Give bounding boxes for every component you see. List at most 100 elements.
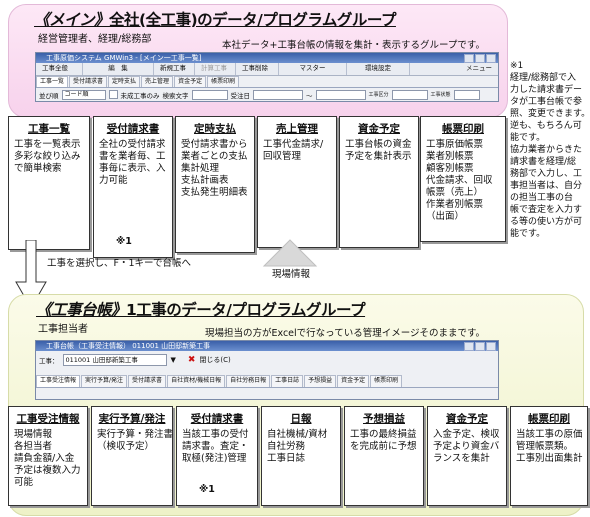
tab-ledger-reports[interactable]: 帳票印刷 xyxy=(370,375,403,387)
ledger-app-window: 工事台帳（工事受注情報） 011001 山田邸新築工事 工事： 011001 山… xyxy=(35,340,499,400)
feature-box-line: 工事の最終損益 xyxy=(350,429,417,440)
tab-labor-daily[interactable]: 自社労務日報 xyxy=(226,375,271,387)
feature-box-body: 工事の最終損益 を完成前に予想 xyxy=(345,426,423,453)
menu-item-menu[interactable]: メニュー xyxy=(410,63,498,75)
close-ledger-button[interactable]: 閉じる(C) xyxy=(199,355,230,365)
site-info-label: 現場情報 xyxy=(272,269,311,280)
main-group-description: 本社データ+工事台帳の情報を集計・表示するグループです。 xyxy=(222,40,485,51)
feature-box: 受付請求書 全社の受付請求 書を業者毎、工 事毎に表示、入 力可能 ※1 xyxy=(93,116,173,258)
feature-box-body: 当該工事の受付 請求書。査定・ 取極(発注)管理 xyxy=(177,426,257,465)
ledger-group-audience: 工事担当者 xyxy=(38,324,88,335)
main-group-title: 《メイン》全社(全工事)のデータ/プログラムグループ xyxy=(34,11,396,29)
keyword-input[interactable] xyxy=(191,89,228,100)
feature-box-line: 自社労務 xyxy=(267,441,306,452)
feature-box-body: 自社機械/資材 自社労務 工事日誌 xyxy=(262,426,340,465)
feature-box-body: 工事代金請求/回収管理 xyxy=(258,136,336,163)
feature-box-line: 請負金額/入金 xyxy=(14,453,75,464)
feature-box-body: 入金予定、検収 予定より資金バ ランスを集計 xyxy=(428,426,506,465)
side-note-line: 協力業者からきた xyxy=(510,145,583,155)
feature-box: 売上管理 工事代金請求/回収管理 xyxy=(257,116,337,248)
side-note-line: 経理/総務部で入 xyxy=(510,73,577,83)
date-to-input[interactable] xyxy=(315,89,366,100)
filter-extra2-input[interactable] xyxy=(453,89,480,100)
menu-item-master[interactable]: マスター xyxy=(279,63,347,75)
feature-box-line: 支払発生明細表 xyxy=(181,187,248,198)
side-note-line: 務部で入力し、工 xyxy=(510,169,583,179)
construction-select[interactable]: 011001 山田邸新築工事 xyxy=(62,354,167,366)
feature-box: 定時支払 受付請求書から 業者ごとの支払 集計処理 支払計画表 支払発生明細表 xyxy=(175,116,255,253)
tab-payments[interactable]: 定時支払 xyxy=(108,76,141,87)
feature-box-heading: 実行予算/発注 xyxy=(98,413,166,425)
feature-box-line: 現場情報 xyxy=(14,429,53,440)
tab-work-diary[interactable]: 工事日誌 xyxy=(271,375,304,387)
feature-box-line: 自社機械/資材 xyxy=(267,429,328,440)
feature-box-line: 顧客別帳票 xyxy=(426,163,474,174)
side-note-line: の担当工事の台 xyxy=(510,193,574,203)
feature-box-heading: 資金予定 xyxy=(446,413,488,425)
unfinished-checkbox[interactable] xyxy=(108,90,118,99)
feature-box-heading: 予想損益 xyxy=(363,413,405,425)
feature-box-line: を完成前に予想 xyxy=(350,441,417,452)
tab-construction-list[interactable]: 工事一覧 xyxy=(36,76,69,87)
sort-select[interactable]: コード順 xyxy=(61,89,106,100)
tab-material-daily[interactable]: 自社資材/機械日報 xyxy=(167,375,226,387)
tab-sales[interactable]: 売上管理 xyxy=(141,76,174,87)
maximize-icon[interactable] xyxy=(475,54,485,63)
feature-box-line: 事毎に表示、入 xyxy=(99,163,166,174)
menu-item-settings[interactable]: 環境設定 xyxy=(347,63,410,75)
close-x-icon[interactable]: ✖ xyxy=(188,355,196,365)
tab-funds[interactable]: 資金予定 xyxy=(174,76,207,87)
feature-box-heading: 定時支払 xyxy=(194,123,236,135)
minimize-icon[interactable] xyxy=(464,54,474,63)
keyword-label: 検索文字 xyxy=(162,91,189,100)
menu-item-edit[interactable]: 編 集 xyxy=(83,63,154,75)
tab-invoices[interactable]: 受付請求書 xyxy=(69,76,108,87)
menu-item-new[interactable]: 新規工事 xyxy=(154,63,195,75)
menu-item-delete[interactable]: 工事削除 xyxy=(236,63,279,75)
close-icon[interactable] xyxy=(486,342,496,351)
ledger-group-title: 《工事台帳》1工事のデータ/プログラムグループ xyxy=(36,301,366,319)
side-note-line: 逆も、もちろん可 xyxy=(510,121,582,131)
menu-bar: 工事全般 編 集 新規工事 計算工事 工事削除 マスター 環境設定 メニュー xyxy=(36,63,498,76)
maximize-icon[interactable] xyxy=(475,342,485,351)
date-from-input[interactable] xyxy=(253,89,303,100)
window-title: 工事原価システム GMWin3 - [メイン一工事一覧] xyxy=(46,54,202,62)
feature-box: 帳票印刷 当該工事の原価 管理帳票類。 工事別出面集計 xyxy=(510,406,588,506)
feature-box-line: 多彩な絞り込み xyxy=(14,151,81,162)
feature-box-line: 実行予算・発注書 xyxy=(97,429,174,440)
feature-box-heading: 帳票印刷 xyxy=(442,123,484,135)
ledger-toolbar: 工事： 011001 山田邸新築工事 ▼ ✖ 閉じる(C) xyxy=(36,351,498,369)
side-note-line: 照、変更できます。 xyxy=(510,109,590,119)
feature-box-heading: 工事受注情報 xyxy=(16,413,80,425)
feature-box-heading: 受付請求書 xyxy=(106,123,160,135)
feature-box-line: 当該工事の原価 xyxy=(516,429,583,440)
filter-extra1-label: 工事区分 xyxy=(368,92,389,98)
feature-box: 受付請求書 当該工事の受付 請求書。査定・ 取極(発注)管理 ※1 xyxy=(176,406,258,506)
side-note-line: 帳で査定を入力す xyxy=(510,205,583,215)
menu-item-construction[interactable]: 工事全般 xyxy=(36,63,83,75)
feature-box-line: 帳票（売上） xyxy=(426,187,484,198)
tab-order-info[interactable]: 工事受注情報 xyxy=(36,375,81,387)
feature-box-line: 工事代金請求/ xyxy=(263,139,324,150)
close-icon[interactable] xyxy=(486,54,496,63)
tab-ledger-funds[interactable]: 資金予定 xyxy=(337,375,370,387)
dropdown-chevron-icon[interactable]: ▼ xyxy=(171,356,176,364)
window-titlebar: 工事原価システム GMWin3 - [メイン一工事一覧] xyxy=(36,53,498,63)
tab-ledger-invoices[interactable]: 受付請求書 xyxy=(128,375,167,387)
feature-box-line: （検収予定） xyxy=(97,441,155,452)
menu-item-calc[interactable]: 計算工事 xyxy=(195,63,236,75)
feature-box: 予想損益 工事の最終損益 を完成前に予想 xyxy=(344,406,424,506)
filter-extra1-input[interactable] xyxy=(391,89,428,100)
side-note-line: タが工事台帳で参 xyxy=(510,97,583,107)
filter-row: 並び順 コード順 未成工事のみ 検索文字 受注日 〜 工事区分 工事状態 xyxy=(36,88,498,101)
feature-box-line: 入金予定、検収 xyxy=(433,429,500,440)
minimize-icon[interactable] xyxy=(464,342,474,351)
tab-budget-order[interactable]: 実行予算/発注 xyxy=(81,375,128,387)
footnote-marker: ※1 xyxy=(116,236,132,247)
feature-box-line: 業者ごとの支払 xyxy=(181,151,248,162)
tab-reports[interactable]: 帳票印刷 xyxy=(207,76,240,87)
tab-forecast[interactable]: 予想損益 xyxy=(304,375,337,387)
feature-box: 工事受注情報 現場情報 各担当者 請負金額/入金 予定は複数入力 可能 xyxy=(8,406,88,506)
feature-box-heading: 帳票印刷 xyxy=(528,413,570,425)
feature-box-line: 業者別帳票 xyxy=(426,151,474,162)
